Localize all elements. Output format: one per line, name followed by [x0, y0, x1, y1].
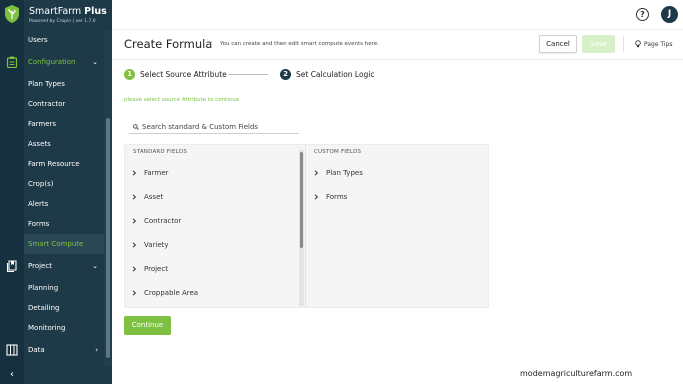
- continue-button[interactable]: Continue: [124, 316, 171, 335]
- cancel-button[interactable]: Cancel: [539, 35, 577, 53]
- chevron-right-icon: [132, 218, 137, 224]
- project-icon[interactable]: [6, 260, 18, 272]
- sidebar-item-label: Farmers: [28, 120, 57, 128]
- sidebar-item-label: Monitoring: [28, 324, 66, 332]
- chevron-right-icon: [314, 194, 319, 200]
- sidebar-item-label: Farm Resource: [28, 160, 80, 168]
- hint-text: please select source Attribute to contin…: [124, 97, 240, 103]
- sidebar-item-detailing[interactable]: Detailing: [24, 298, 104, 318]
- sidebar-item-label: Data: [28, 346, 45, 354]
- sidebar-item-alerts[interactable]: Alerts: [24, 194, 104, 214]
- custom-field-plan-types[interactable]: Plan Types: [326, 169, 363, 177]
- page-description: You can create and then edit smart compu…: [211, 41, 379, 47]
- configuration-icon[interactable]: [6, 56, 18, 68]
- chevron-right-icon: [132, 290, 137, 296]
- search-icon: [133, 124, 139, 130]
- chevron-down-icon: ⌄: [92, 58, 98, 66]
- standard-fields-heading: STANDARD FIELDS: [133, 149, 188, 155]
- chevron-right-icon: [314, 170, 319, 176]
- collapse-sidebar-icon[interactable]: ‹: [0, 366, 24, 384]
- sidebar-item-label: Smart Compute: [28, 240, 84, 248]
- step-2-label[interactable]: Set Calculation Logic: [296, 70, 375, 79]
- standard-field-project[interactable]: Project: [144, 265, 168, 273]
- sidebar-footer: [24, 366, 112, 384]
- sidebar-item-farmers[interactable]: Farmers: [24, 114, 104, 134]
- data-icon[interactable]: [6, 344, 18, 356]
- standard-field-asset[interactable]: Asset: [144, 193, 163, 201]
- sidebar-item-farm-resource[interactable]: Farm Resource: [24, 154, 104, 174]
- standard-field-variety[interactable]: Variety: [144, 241, 169, 249]
- standard-field-croppable-area[interactable]: Croppable Area: [144, 289, 198, 297]
- sidebar-item-label: Users: [28, 36, 48, 44]
- custom-fields-heading: CUSTOM FIELDS: [314, 149, 362, 155]
- step-connector: [228, 74, 268, 75]
- step-1-number: 1: [124, 69, 135, 80]
- chevron-right-icon: ›: [95, 346, 98, 354]
- brand: SmartFarm Plus Powered by Cropin | ver 1…: [0, 0, 112, 30]
- avatar[interactable]: J: [661, 6, 678, 23]
- chevron-right-icon: [132, 170, 137, 176]
- sidebar-item-data[interactable]: Data ›: [24, 340, 104, 360]
- search-box[interactable]: [129, 120, 299, 134]
- standard-field-contractor[interactable]: Contractor: [144, 217, 181, 225]
- panel-divider: [305, 144, 306, 308]
- sidebar-item-label: Crop(s): [28, 180, 54, 188]
- sidebar-item-plan-types[interactable]: Plan Types: [24, 74, 104, 94]
- sidebar-item-planning[interactable]: Planning: [24, 278, 104, 298]
- brand-title: SmartFarm Plus: [29, 6, 107, 17]
- help-icon[interactable]: ?: [636, 8, 649, 21]
- watermark: modemagriculturefarm.com: [520, 369, 633, 378]
- custom-field-forms[interactable]: Forms: [326, 193, 347, 201]
- sidebar-item-crops[interactable]: Crop(s): [24, 174, 104, 194]
- chevron-right-icon: [132, 242, 137, 248]
- sidebar-item-assets[interactable]: Assets: [24, 134, 104, 154]
- chevron-right-icon: [132, 194, 137, 200]
- lightbulb-icon[interactable]: [635, 40, 641, 48]
- sidebar-item-label: Plan Types: [28, 80, 65, 88]
- fields-scrollbar-thumb[interactable]: [300, 152, 303, 248]
- sidebar-item-smart-compute[interactable]: Smart Compute: [24, 234, 104, 254]
- logo-icon: [5, 5, 19, 23]
- search-input[interactable]: [142, 121, 297, 133]
- chevron-right-icon: [132, 266, 137, 272]
- sidebar-item-label: Assets: [28, 140, 51, 148]
- sidebar-item-forms[interactable]: Forms: [24, 214, 104, 234]
- sidebar-item-contractor[interactable]: Contractor: [24, 94, 104, 114]
- sidebar-item-configuration[interactable]: Configuration ⌄: [24, 52, 104, 72]
- save-button[interactable]: Save: [582, 35, 615, 53]
- sidebar-scrollbar-thumb[interactable]: [106, 118, 110, 358]
- step-1-label[interactable]: Select Source Attribute: [140, 70, 227, 79]
- sidebar-item-label: Alerts: [28, 200, 49, 208]
- sidebar-item-label: Forms: [28, 220, 50, 228]
- brand-subtitle: Powered by Cropin | ver 1.7.0: [29, 19, 96, 24]
- sidebar-item-label: Planning: [28, 284, 59, 292]
- page-title: Create Formula: [124, 37, 213, 51]
- sidebar-item-label: Detailing: [28, 304, 60, 312]
- sidebar-item-monitoring[interactable]: Monitoring: [24, 318, 104, 338]
- step-2-number: 2: [280, 69, 291, 80]
- sidebar-item-label: Configuration: [28, 58, 76, 66]
- sidebar-item-label: Project: [28, 262, 52, 270]
- page-tips-link[interactable]: Page Tips: [644, 41, 673, 48]
- fields-panel: [124, 144, 489, 308]
- chevron-down-icon: ⌄: [92, 262, 98, 270]
- top-bar: [112, 0, 683, 30]
- sidebar-item-label: Contractor: [28, 100, 66, 108]
- standard-field-farmer[interactable]: Farmer: [144, 169, 168, 177]
- header-divider: [623, 36, 624, 52]
- sidebar-item-project[interactable]: Project ⌄: [24, 256, 104, 276]
- sidebar-item-users[interactable]: Users: [24, 30, 104, 50]
